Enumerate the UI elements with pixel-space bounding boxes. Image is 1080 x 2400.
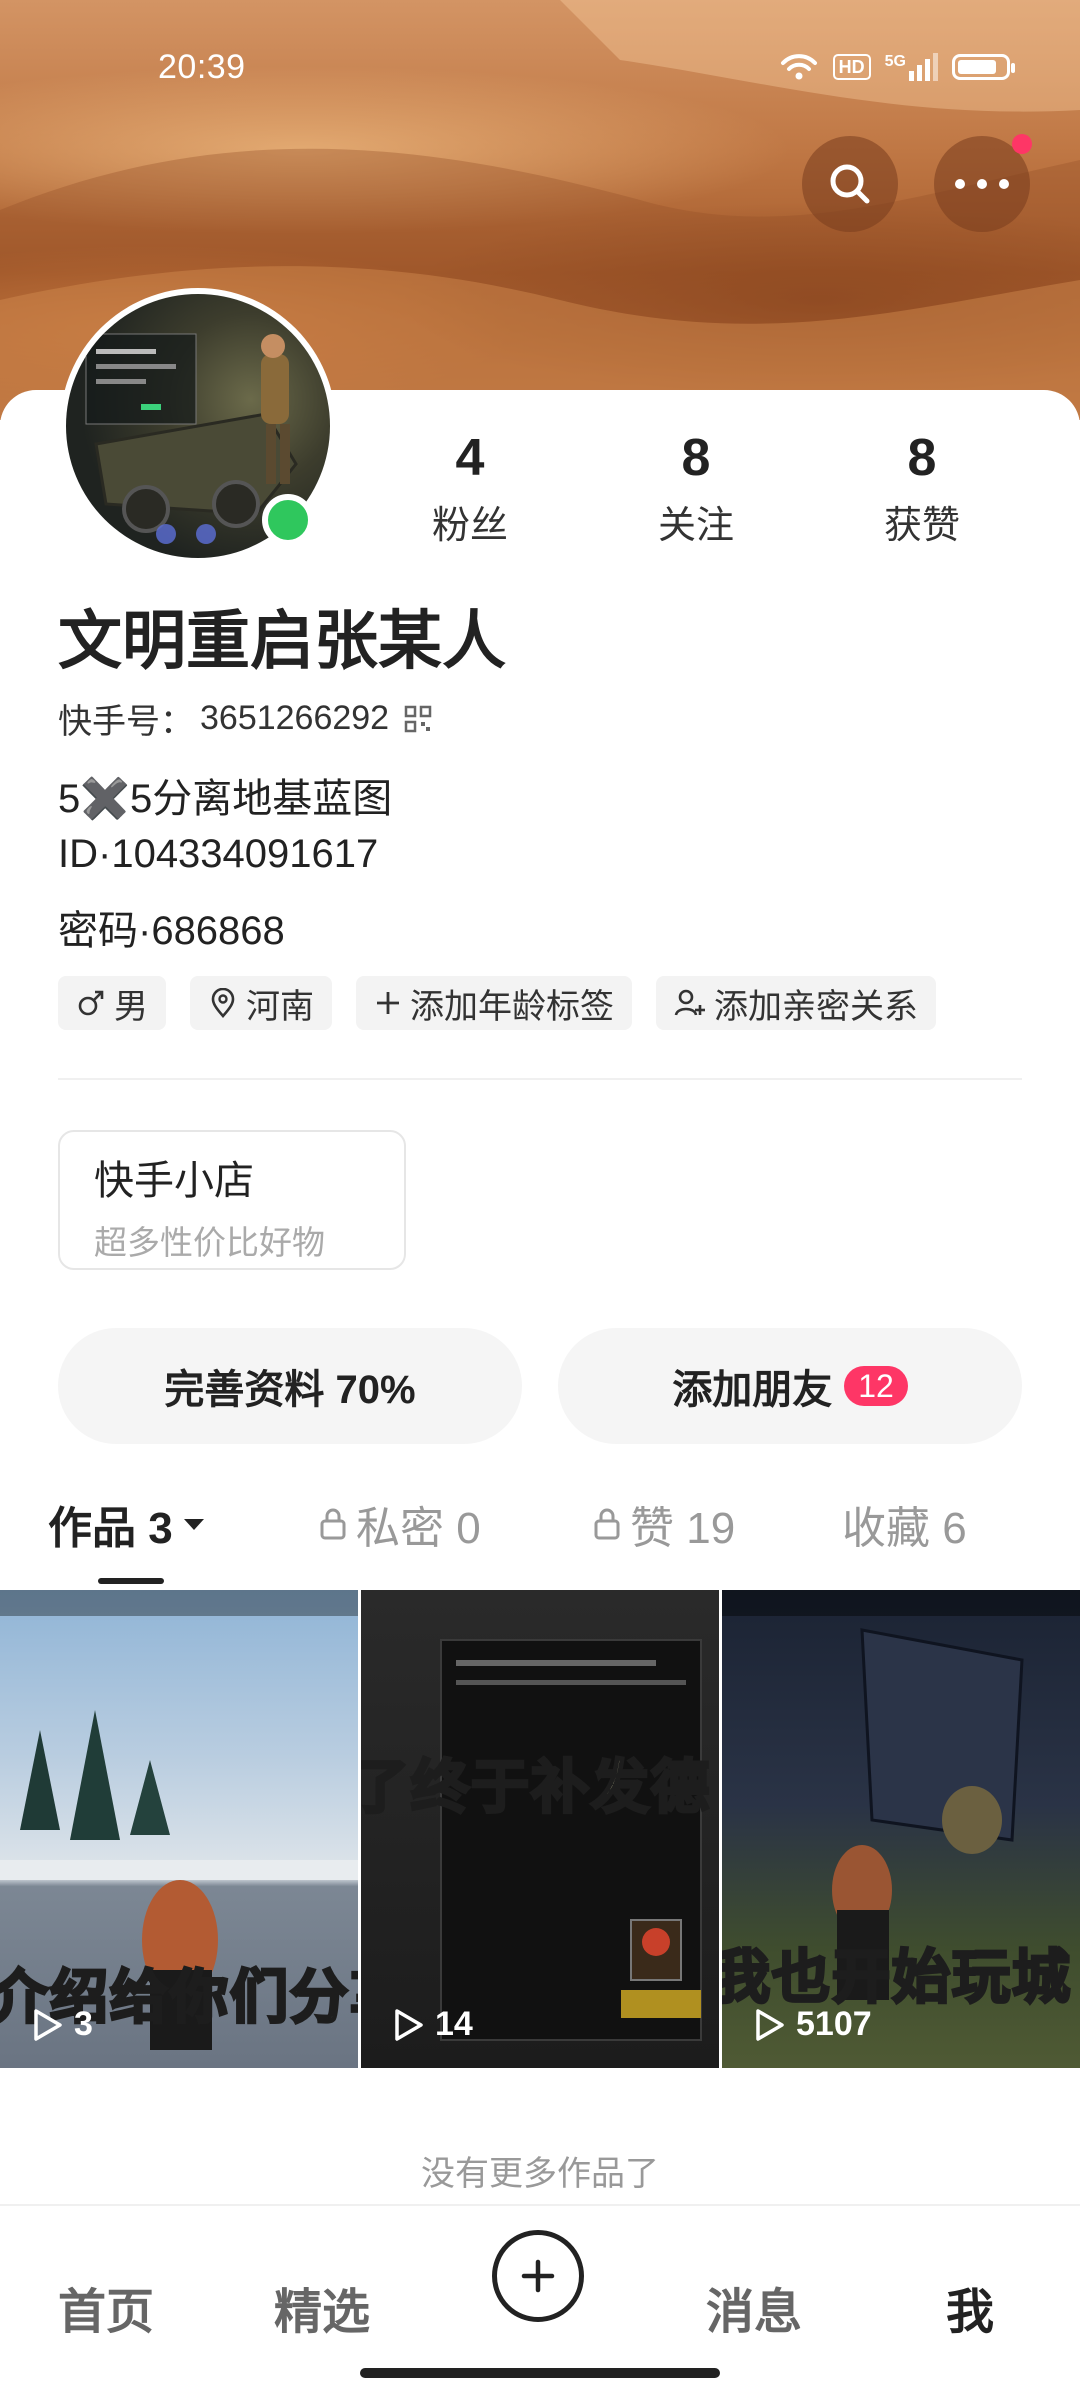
play-count-value: 3 — [74, 2005, 93, 2043]
stat-number: 8 — [907, 429, 937, 487]
tab-label: 赞 19 — [630, 1504, 736, 1553]
tag-gender[interactable]: 男 — [58, 976, 166, 1030]
status-bar: 20:39 HD 5G — [0, 40, 1080, 104]
tag-label: 添加年龄标签 — [410, 987, 614, 1026]
work-thumbnail[interactable]: 我也开始玩城 5107 — [722, 1590, 1080, 2068]
hd-badge: HD — [832, 54, 871, 80]
stat-likes[interactable]: 8 获赞 — [842, 428, 1002, 549]
add-friends-button[interactable]: 添加朋友 12 — [558, 1328, 1022, 1444]
bio-line: 5✖️5分离地基蓝图 — [58, 777, 393, 821]
kuaishou-shop-card[interactable]: 快手小店 超多性价比好物 — [58, 1130, 406, 1270]
tag-location[interactable]: 河南 — [190, 976, 332, 1030]
play-icon — [395, 2008, 423, 2041]
plus-icon — [377, 992, 399, 1014]
notification-dot — [1012, 134, 1032, 154]
battery-icon — [952, 54, 1015, 80]
stat-label: 粉丝 — [431, 505, 508, 547]
complete-profile-label: 完善资料 70% — [164, 1368, 416, 1412]
profile-name: 文明重启张某人 — [58, 605, 506, 677]
more-icon — [955, 179, 1009, 189]
thumbnail-caption: 了终于补发德 — [361, 1754, 712, 1822]
shop-subtitle: 超多性价比好物 — [94, 1224, 325, 1261]
play-count-value: 14 — [435, 2005, 473, 2043]
status-icons: HD 5G — [779, 52, 1015, 82]
stat-following[interactable]: 8 关注 — [616, 428, 776, 549]
add-friends-label: 添加朋友 — [672, 1368, 833, 1412]
profile-tags: 男 河南 添加年龄标签 添加亲密关系 — [58, 976, 936, 1030]
complete-profile-button[interactable]: 完善资料 70% — [58, 1328, 522, 1444]
bio-line: ID·104334091617 — [58, 832, 379, 876]
home-indicator — [360, 2368, 720, 2378]
thumbnail-caption: 我也开始玩城 — [722, 1944, 1073, 2012]
work-thumbnail[interactable]: 了终于补发德 14 — [361, 1590, 719, 2068]
tab-label: 作品 3 — [48, 1504, 173, 1553]
caret-down-icon — [183, 1519, 204, 1530]
tag-add-relationship[interactable]: 添加亲密关系 — [656, 976, 936, 1030]
search-button[interactable] — [802, 136, 898, 232]
tag-add-age[interactable]: 添加年龄标签 — [356, 976, 632, 1030]
tab-liked[interactable]: 赞 19 — [592, 1492, 735, 1556]
no-more-works-text: 没有更多作品了 — [421, 2155, 659, 2193]
thumbnail-scene — [440, 1639, 702, 2041]
create-button[interactable] — [492, 2230, 584, 2322]
qr-code-icon[interactable] — [403, 704, 433, 734]
nav-me[interactable]: 我 — [946, 2272, 994, 2342]
stat-number: 8 — [681, 429, 711, 487]
tag-label: 男 — [114, 987, 148, 1026]
online-status-dot — [262, 494, 314, 546]
play-count: 14 — [391, 2005, 473, 2044]
shop-title: 快手小店 — [94, 1159, 254, 1203]
tag-label: 添加亲密关系 — [714, 987, 918, 1026]
tab-favorites[interactable]: 收藏 6 — [842, 1492, 967, 1556]
status-time: 20:39 — [158, 48, 246, 86]
tab-label: 私密 0 — [356, 1504, 481, 1553]
tab-label: 收藏 6 — [842, 1504, 967, 1553]
play-count: 3 — [30, 2005, 93, 2044]
signal-icon: 5G — [885, 53, 938, 81]
more-button[interactable] — [934, 134, 1032, 232]
play-count: 5107 — [752, 2005, 872, 2044]
male-icon — [78, 990, 104, 1016]
friends-badge: 12 — [844, 1366, 908, 1406]
network-type: 5G — [884, 53, 906, 70]
active-tab-indicator — [98, 1578, 164, 1584]
divider — [58, 1078, 1022, 1080]
kuaishou-id-value: 3651266292 — [200, 699, 390, 737]
tab-works[interactable]: 作品 3 — [48, 1492, 207, 1556]
wifi-icon — [780, 54, 817, 80]
lock-icon — [594, 1508, 620, 1540]
search-icon — [830, 164, 870, 204]
plus-icon — [521, 2259, 555, 2293]
stat-label: 获赞 — [883, 505, 960, 547]
profile-screen: 20:39 HD 5G 4 粉丝 8 关注 8 获赞 文明重启张某人 快手号： … — [0, 0, 1080, 2400]
kuaishou-id-label: 快手号： — [58, 703, 194, 741]
tag-label: 河南 — [246, 987, 314, 1026]
tab-private[interactable]: 私密 0 — [318, 1492, 481, 1556]
stat-fans[interactable]: 4 粉丝 — [390, 428, 550, 549]
bio-line: 密码·686868 — [58, 909, 285, 953]
content-tabs: 作品 3 私密 0 赞 19 收藏 6 — [0, 1492, 1080, 1572]
kuaishou-id-row[interactable]: 快手号： 3651266292 — [58, 694, 433, 743]
play-count-value: 5107 — [796, 2005, 872, 2043]
works-grid: 介绍给你们分享一个 3 了终于补发德 1 — [0, 1590, 1080, 2068]
person-add-icon — [674, 989, 705, 1016]
work-thumbnail[interactable]: 介绍给你们分享一个 3 — [0, 1590, 358, 2068]
nav-featured[interactable]: 精选 — [274, 2272, 370, 2342]
location-icon — [211, 988, 235, 1018]
stat-label: 关注 — [657, 505, 734, 547]
lock-icon — [320, 1508, 346, 1540]
play-icon — [756, 2008, 784, 2041]
nav-home[interactable]: 首页 — [58, 2272, 154, 2342]
play-icon — [34, 2008, 62, 2041]
stat-number: 4 — [455, 429, 485, 487]
nav-messages[interactable]: 消息 — [706, 2272, 802, 2342]
